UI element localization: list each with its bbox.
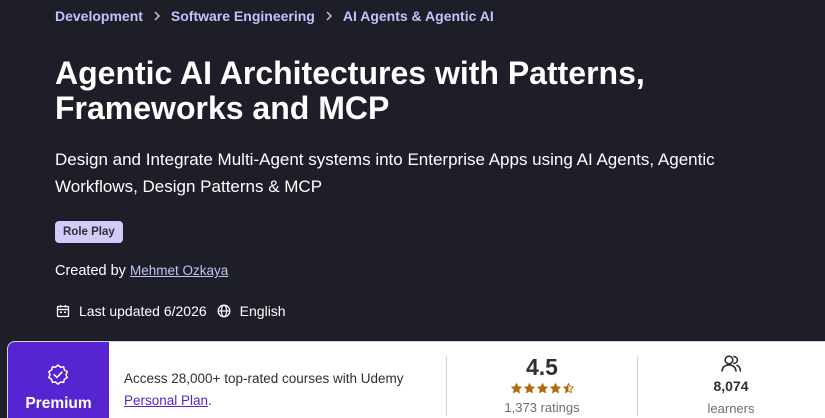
created-by-label: Created by — [55, 263, 126, 279]
course-meta: Last updated 6/2026 English — [55, 303, 286, 319]
last-updated: Last updated 6/2026 — [79, 303, 207, 319]
breadcrumb: Development Software Engineering AI Agen… — [55, 8, 494, 24]
course-language: English — [239, 303, 286, 319]
breadcrumb-item-development[interactable]: Development — [55, 8, 143, 24]
chevron-right-icon — [152, 11, 162, 21]
access-description: Access 28,000+ top-rated courses with Ud… — [124, 371, 404, 386]
star-full-icon — [536, 383, 548, 394]
premium-card: Premium Access 28,000+ top-rated courses… — [7, 341, 825, 418]
personal-plan-link[interactable]: Personal Plan — [124, 393, 208, 408]
premium-label: Premium — [25, 395, 92, 412]
divider — [446, 356, 447, 416]
role-play-badge: Role Play — [55, 221, 123, 243]
course-learners: 8,074 learners — [688, 354, 774, 416]
people-icon — [720, 354, 742, 374]
course-subtitle: Design and Integrate Multi-Agent systems… — [55, 150, 715, 196]
star-full-icon — [549, 383, 561, 394]
rating-count: 1,373 ratings — [504, 400, 580, 415]
globe-icon — [216, 303, 232, 319]
calendar-icon — [55, 303, 71, 319]
star-full-icon — [523, 383, 535, 394]
breadcrumb-item-software-engineering[interactable]: Software Engineering — [171, 8, 315, 24]
access-text: Access 28,000+ top-rated courses with Ud… — [124, 368, 434, 412]
badge-check-icon — [46, 363, 70, 387]
course-title: Agentic AI Architectures with Patterns, … — [55, 55, 645, 126]
rating-value: 4.5 — [526, 354, 558, 380]
premium-panel: Premium — [8, 342, 109, 418]
access-period: . — [208, 393, 212, 408]
divider — [637, 356, 638, 416]
star-full-icon — [510, 383, 522, 394]
created-by: Created by Mehmet Ozkaya — [55, 263, 228, 279]
breadcrumb-item-ai-agents[interactable]: AI Agents & Agentic AI — [343, 8, 494, 24]
rating-stars — [498, 383, 586, 394]
star-half-icon — [562, 383, 574, 394]
chevron-right-icon — [324, 11, 334, 21]
instructor-link[interactable]: Mehmet Ozkaya — [130, 263, 228, 278]
learners-label: learners — [707, 401, 755, 416]
learners-value: 8,074 — [713, 378, 749, 394]
course-rating: 4.5 1,373 ratings — [498, 354, 586, 415]
